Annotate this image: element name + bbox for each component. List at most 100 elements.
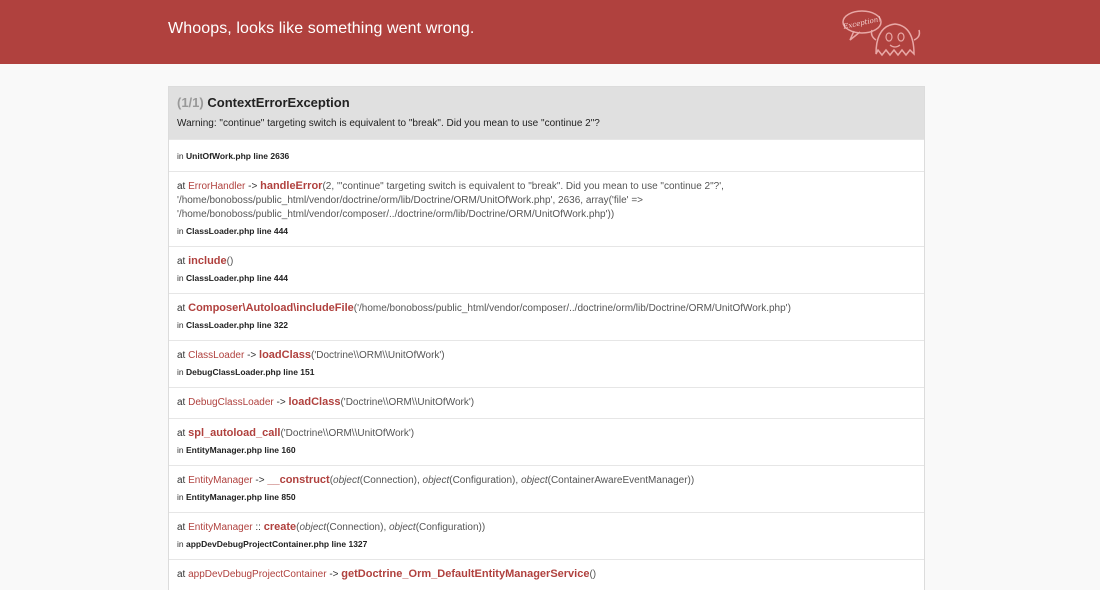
- trace-file-line[interactable]: EntityManager.php line 160: [186, 445, 296, 455]
- trace-arg-part: (Configuration)): [415, 522, 486, 533]
- trace-args: ('Doctrine\\ORM\\UnitOfWork'): [280, 428, 415, 439]
- trace-operator: ->: [329, 569, 339, 580]
- trace-operator: ->: [248, 181, 258, 192]
- trace-frame: at DebugClassLoader -> loadClass('Doctri…: [169, 387, 924, 418]
- trace-frame: at include() in ClassLoader.php line 444: [169, 246, 924, 293]
- trace-call: at spl_autoload_call('Doctrine\\ORM\\Uni…: [177, 426, 916, 441]
- trace-at: at: [177, 256, 186, 267]
- trace-file-line[interactable]: ClassLoader.php line 322: [186, 320, 288, 330]
- trace-frame: at ClassLoader -> loadClass('Doctrine\\O…: [169, 340, 924, 387]
- trace-arg-type: object: [333, 475, 360, 486]
- trace-args: (): [589, 569, 597, 580]
- trace-at: at: [177, 397, 186, 408]
- trace-call: at Composer\Autoload\includeFile('/home/…: [177, 301, 916, 316]
- trace-at: at: [177, 475, 186, 486]
- trace-at: at: [177, 350, 186, 361]
- trace-args: (object(Connection), object(Configuratio…: [296, 522, 485, 533]
- trace-frame: at ErrorHandler -> handleError(2, '"cont…: [169, 171, 924, 246]
- trace-location: in DebugClassLoader.php line 151: [177, 365, 916, 379]
- trace-class-link[interactable]: ClassLoader: [188, 350, 244, 361]
- trace-at: at: [177, 569, 186, 580]
- exception-class: ContextErrorException: [207, 95, 350, 110]
- trace-arg-type: object: [422, 475, 450, 486]
- trace-class-link[interactable]: EntityManager: [188, 475, 252, 486]
- stack-trace: in UnitOfWork.php line 2636 at ErrorHandl…: [169, 139, 924, 590]
- trace-file-line[interactable]: ClassLoader.php line 444: [186, 226, 288, 236]
- trace-operator: ::: [255, 522, 261, 533]
- trace-location: in UnitOfWork.php line 2636: [177, 149, 916, 163]
- trace-location-prefix: in: [177, 320, 184, 330]
- trace-operator: ->: [255, 475, 265, 486]
- trace-operator: ->: [276, 397, 286, 408]
- trace-function: create: [263, 521, 297, 533]
- trace-call: at ClassLoader -> loadClass('Doctrine\\O…: [177, 348, 916, 363]
- exception-message: Warning: "continue" targeting switch is …: [177, 118, 600, 129]
- trace-class-link[interactable]: EntityManager: [188, 522, 252, 533]
- trace-location: in EntityManager.php line 850: [177, 490, 916, 504]
- exception-ghost-logo: Exception!: [842, 10, 921, 57]
- trace-call: at appDevDebugProjectContainer -> getDoc…: [177, 567, 916, 582]
- trace-function: handleError: [260, 180, 323, 192]
- trace-args: (object(Connection), object(Configuratio…: [330, 475, 694, 486]
- trace-at: at: [177, 428, 186, 439]
- trace-location-prefix: in: [177, 492, 184, 502]
- trace-at: at: [177, 303, 186, 314]
- trace-location: in ClassLoader.php line 444: [177, 271, 916, 285]
- trace-class-link[interactable]: ErrorHandler: [188, 181, 245, 192]
- trace-frame: in UnitOfWork.php line 2636: [169, 139, 924, 171]
- trace-location: in ClassLoader.php line 322: [177, 318, 916, 332]
- trace-frame: at appDevDebugProjectContainer -> getDoc…: [169, 559, 924, 590]
- exception-panel: (1/1) ContextErrorException Warning: "co…: [168, 86, 925, 590]
- error-header: Whoops, looks like something went wrong.…: [0, 0, 1100, 64]
- trace-file-line[interactable]: UnitOfWork.php line 2636: [186, 151, 289, 161]
- trace-arg-type: object: [299, 522, 327, 533]
- trace-function: loadClass: [288, 396, 341, 408]
- trace-function: include: [188, 255, 227, 267]
- trace-file-line[interactable]: DebugClassLoader.php line 151: [186, 367, 314, 377]
- trace-location-prefix: in: [177, 151, 184, 161]
- trace-file-line[interactable]: EntityManager.php line 850: [186, 492, 296, 502]
- trace-file-line[interactable]: appDevDebugProjectContainer.php line 132…: [186, 539, 367, 549]
- trace-class-link[interactable]: appDevDebugProjectContainer: [188, 569, 326, 580]
- trace-at: at: [177, 522, 186, 533]
- trace-call: at EntityManager :: create(object(Connec…: [177, 520, 916, 535]
- trace-location-prefix: in: [177, 445, 184, 455]
- trace-arg-type: object: [389, 522, 416, 533]
- trace-arg-part: (Connection),: [359, 475, 423, 486]
- trace-operator: ->: [247, 350, 257, 361]
- trace-location-prefix: in: [177, 539, 184, 549]
- trace-at: at: [177, 181, 186, 192]
- trace-call: at DebugClassLoader -> loadClass('Doctri…: [177, 395, 916, 410]
- trace-args: (): [226, 256, 234, 267]
- trace-location-prefix: in: [177, 367, 184, 377]
- trace-arg-type: object: [520, 475, 548, 486]
- trace-function: __construct: [267, 474, 330, 486]
- trace-function: loadClass: [259, 349, 311, 361]
- trace-location: in EntityManager.php line 160: [177, 443, 916, 457]
- trace-location: in ClassLoader.php line 444: [177, 224, 916, 238]
- trace-location-prefix: in: [177, 226, 184, 236]
- trace-args: ('Doctrine\\ORM\\UnitOfWork'): [310, 350, 445, 361]
- trace-frame: at spl_autoload_call('Doctrine\\ORM\\Uni…: [169, 418, 924, 465]
- trace-file-line[interactable]: ClassLoader.php line 444: [186, 273, 288, 283]
- trace-location: in appDevDebugProjectContainer.php line …: [177, 537, 916, 551]
- trace-call: at ErrorHandler -> handleError(2, '"cont…: [177, 179, 916, 222]
- trace-arg-part: (Configuration),: [449, 475, 521, 486]
- trace-arg-part: (ContainerAwareEventManager)): [547, 475, 695, 486]
- trace-function: Composer\Autoload\includeFile: [188, 302, 354, 314]
- trace-arg-part: (Connection),: [326, 522, 389, 533]
- trace-frame: at Composer\Autoload\includeFile('/home/…: [169, 293, 924, 340]
- trace-class-link[interactable]: DebugClassLoader: [188, 397, 274, 408]
- page-title: Whoops, looks like something went wrong.: [168, 20, 475, 37]
- trace-location-prefix: in: [177, 273, 184, 283]
- trace-function: spl_autoload_call: [188, 427, 281, 439]
- trace-frame: at EntityManager :: create(object(Connec…: [169, 512, 924, 559]
- exception-count: (1/1): [177, 95, 204, 110]
- trace-frame: at EntityManager -> __construct(object(C…: [169, 465, 924, 512]
- trace-call: at EntityManager -> __construct(object(C…: [177, 473, 916, 488]
- exception-title: (1/1) ContextErrorException: [177, 95, 916, 111]
- trace-args: ('/home/bonoboss/public_html/vendor/comp…: [353, 303, 791, 314]
- trace-function: getDoctrine_Orm_DefaultEntityManagerServ…: [341, 568, 590, 580]
- trace-call: at include(): [177, 254, 916, 269]
- exception-header: (1/1) ContextErrorException Warning: "co…: [169, 87, 924, 139]
